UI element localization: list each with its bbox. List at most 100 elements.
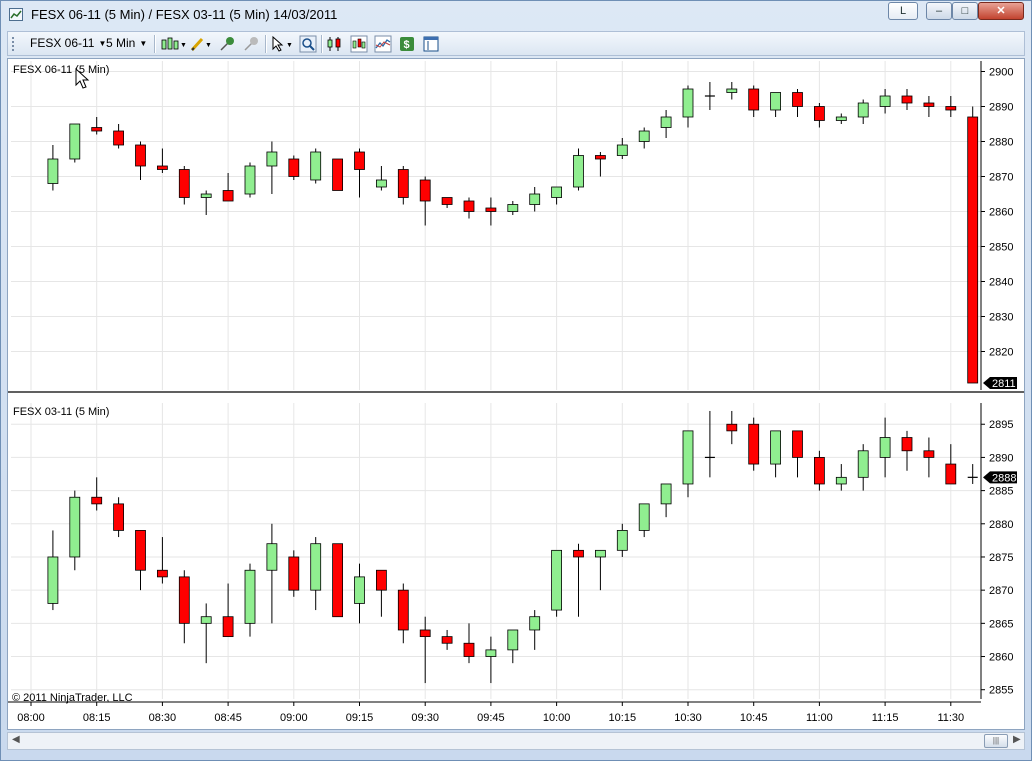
y-tick-label: 2870	[989, 585, 1013, 597]
y-tick-label: 2895	[989, 419, 1013, 431]
strategy-dollar-icon[interactable]: $	[398, 35, 416, 53]
maximize-icon: □	[961, 5, 969, 17]
candle-body	[901, 95, 913, 104]
data-box-icon[interactable]	[326, 35, 344, 53]
last-price-label: 2811	[992, 378, 1016, 390]
candle-body	[485, 649, 497, 657]
x-tick-label: 11:00	[806, 712, 833, 724]
chart-canvas[interactable]: 2820 2830 2840 2850 2860 2870 2880 2890 2900 2811…	[8, 59, 1024, 729]
interval-selector[interactable]: 5 Min ▼	[106, 35, 147, 52]
maximize-button[interactable]: □	[952, 2, 978, 20]
horizontal-scrollbar[interactable]: ◀ ||| ▶	[7, 732, 1025, 750]
svg-text:$: $	[404, 39, 410, 51]
x-tick-label: 08:15	[83, 712, 111, 724]
y-tick-label: 2830	[989, 312, 1013, 324]
candle-body	[69, 496, 81, 558]
candle-body	[879, 437, 891, 458]
candle-body	[792, 430, 803, 458]
panel-title: FESX 03-11 (5 Min)	[13, 406, 109, 418]
instrument-selector[interactable]: FESX 06-11 ▼	[30, 35, 106, 52]
candle-body	[967, 116, 979, 384]
candle-body	[288, 158, 300, 177]
candle-body	[660, 116, 672, 128]
close-button[interactable]: ✕	[978, 2, 1024, 20]
candle-body	[835, 476, 847, 485]
chart-toolbar: FESX 06-11 ▼ 5 Min ▼ ▼ ▼ ▼ $	[7, 31, 1025, 56]
pin-gray-icon[interactable]	[242, 35, 260, 53]
scroll-left-arrow-icon[interactable]: ◀	[12, 734, 20, 745]
y-tick-label: 2820	[989, 347, 1013, 359]
candle-body	[156, 165, 168, 170]
candle-body	[616, 530, 628, 551]
candle-body	[266, 151, 278, 167]
properties-icon[interactable]	[422, 35, 440, 53]
cursor-icon[interactable]: ▼	[270, 35, 293, 53]
candle-body	[595, 549, 606, 558]
candle-body	[879, 95, 891, 107]
candle-body	[857, 450, 869, 478]
x-tick-label: 10:30	[674, 712, 702, 724]
candle-body	[792, 92, 803, 107]
candle-body	[332, 158, 344, 191]
candle-body	[419, 179, 431, 202]
candle-body	[770, 430, 781, 465]
indicators-icon[interactable]	[374, 35, 392, 53]
candle-body	[573, 549, 584, 558]
link-button[interactable]: L	[888, 2, 918, 20]
x-tick-label: 08:45	[214, 712, 242, 724]
y-tick-label: 2860	[989, 652, 1013, 664]
title-bar[interactable]: FESX 06-11 (5 Min) / FESX 03-11 (5 Min) …	[1, 1, 1031, 29]
zoom-icon[interactable]	[299, 35, 317, 53]
toolbar-grip[interactable]	[12, 37, 16, 51]
candle-body	[354, 576, 365, 604]
y-tick-label: 2880	[989, 519, 1013, 531]
toolbar-separator	[154, 35, 156, 53]
chart-style-icon[interactable]	[350, 35, 368, 53]
candle-body	[375, 179, 387, 188]
candle-body	[616, 144, 628, 156]
x-tick-label: 08:00	[17, 712, 45, 724]
candle-body	[748, 88, 760, 111]
y-tick-label: 2890	[989, 452, 1013, 464]
pencil-draw-icon[interactable]: ▼	[189, 35, 212, 53]
x-tick-label: 09:15	[346, 712, 374, 724]
candle-body	[113, 503, 124, 531]
pin-icon[interactable]	[218, 35, 236, 53]
candle-body	[945, 106, 957, 111]
candle-body	[200, 616, 212, 624]
candle-body	[857, 102, 869, 118]
candle-body	[682, 430, 694, 485]
candle-body	[310, 543, 322, 591]
bar-type-icon[interactable]: ▼	[160, 35, 187, 53]
minimize-button[interactable]: –	[926, 2, 952, 20]
minimize-icon: –	[935, 5, 943, 17]
candle-body	[310, 151, 322, 181]
candle-body	[288, 556, 300, 591]
candle-body	[135, 530, 146, 571]
instrument-label: FESX 06-11	[30, 36, 95, 50]
svg-text:▼: ▼	[286, 42, 293, 49]
candle-body	[47, 158, 59, 184]
candle-body	[441, 197, 453, 205]
candle-body	[441, 636, 453, 644]
chart-area[interactable]: 2820 2830 2840 2850 2860 2870 2880 2890 2900 2811…	[7, 58, 1025, 730]
candle-body	[178, 576, 190, 624]
candle-body	[200, 193, 212, 198]
candle-body	[135, 144, 146, 167]
svg-text:▼: ▼	[180, 42, 186, 49]
candle-body	[332, 543, 344, 618]
chart-app-icon	[9, 8, 23, 21]
interval-label: 5 Min	[106, 36, 136, 50]
candle-body	[726, 88, 738, 93]
candle-body	[47, 556, 59, 604]
scroll-right-arrow-icon[interactable]: ▶	[1013, 734, 1021, 745]
candle-body	[682, 88, 694, 118]
candle-body	[266, 543, 278, 571]
scroll-thumb[interactable]: |||	[984, 734, 1008, 748]
candle-body	[354, 151, 365, 170]
candle-body	[945, 463, 957, 485]
svg-text:▼: ▼	[205, 42, 212, 49]
candle-body	[748, 423, 760, 465]
candle-body	[551, 549, 562, 611]
candle-body	[244, 165, 256, 195]
